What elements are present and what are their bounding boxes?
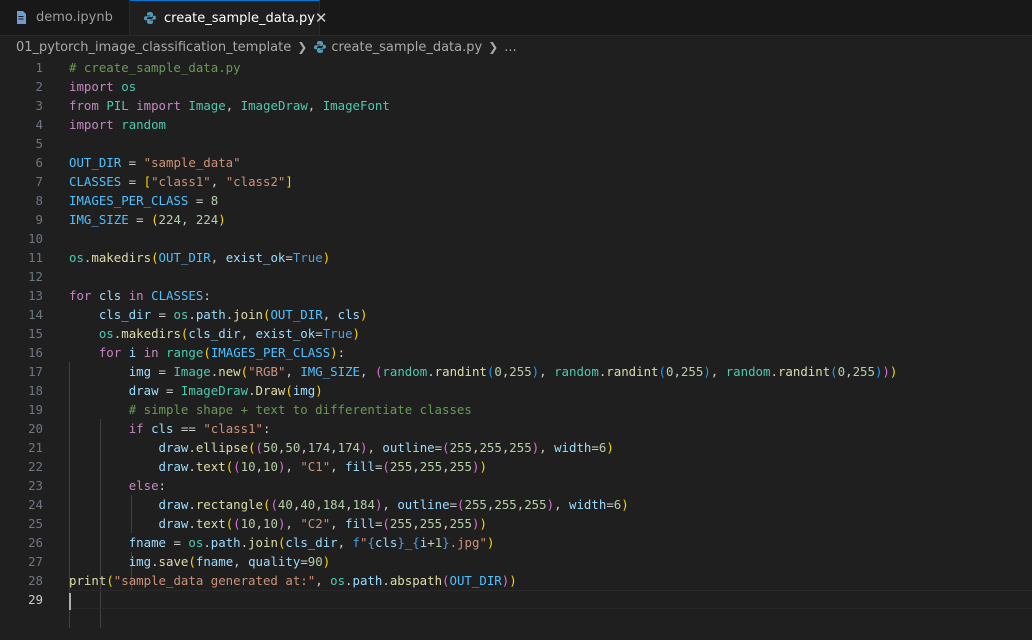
code-line: 4 import random: [0, 115, 1032, 134]
code-line: 12: [0, 267, 1032, 286]
close-icon[interactable]: ✕: [315, 9, 328, 27]
line-number: 24: [28, 497, 43, 512]
breadcrumb-folder[interactable]: 01_pytorch_image_classification_template: [16, 40, 291, 55]
tab-create-sample-data-py[interactable]: create_sample_data.py ✕: [130, 0, 327, 35]
breadcrumb: 01_pytorch_image_classification_template…: [0, 36, 1032, 58]
line-number: 16: [28, 345, 43, 360]
line-number: 2: [35, 79, 43, 94]
line-number: 27: [28, 554, 43, 569]
breadcrumb-file[interactable]: create_sample_data.py: [331, 40, 482, 55]
chevron-right-icon: ❯: [297, 40, 308, 54]
code-line: 19 # simple shape + text to differentiat…: [0, 400, 1032, 419]
line-number: 15: [28, 326, 43, 341]
line-number: 7: [35, 174, 43, 189]
notebook-icon: [14, 11, 28, 25]
line-number: 14: [28, 307, 43, 322]
code-editor[interactable]: 1 # create_sample_data.py 2 import os 3 fro…: [0, 58, 1032, 640]
code-line: 2 import os: [0, 77, 1032, 96]
tab-label: demo.ipynb: [36, 10, 113, 25]
code-line: 6 OUT_DIR = "sample_data": [0, 153, 1032, 172]
line-number: 18: [28, 383, 43, 398]
line-number: 8: [35, 193, 43, 208]
line-number: 21: [28, 440, 43, 455]
code-line: 8 IMAGES_PER_CLASS = 8: [0, 191, 1032, 210]
code-line: 21 draw.ellipse((50,50,174,174), outline…: [0, 438, 1032, 457]
code-line: 24 draw.rectangle((40,40,184,184), outli…: [0, 495, 1032, 514]
line-number: 26: [28, 535, 43, 550]
line-number: 17: [28, 364, 43, 379]
line-number: 29: [28, 592, 43, 607]
code-line: 22 draw.text((10,10), "C1", fill=(255,25…: [0, 457, 1032, 476]
line-number: 19: [28, 402, 43, 417]
line-number: 1: [35, 60, 43, 75]
python-icon: [144, 11, 156, 25]
line-number: 5: [35, 136, 43, 151]
line-number: 4: [35, 117, 43, 132]
text-cursor: [69, 593, 71, 610]
code-line: 23 else:: [0, 476, 1032, 495]
code-line: 17 img = Image.new("RGB", IMG_SIZE, (ran…: [0, 362, 1032, 381]
code-line: 11 os.makedirs(OUT_DIR, exist_ok=True): [0, 248, 1032, 267]
code-line: 26 fname = os.path.join(cls_dir, f"{cls}…: [0, 533, 1032, 552]
code-line-current: 29: [0, 590, 1032, 610]
code-line: 5: [0, 134, 1032, 153]
line-number: 28: [28, 573, 43, 588]
breadcrumb-more[interactable]: ...: [504, 40, 516, 55]
line-number: 9: [35, 212, 43, 227]
line-number: 23: [28, 478, 43, 493]
code-line: 18 draw = ImageDraw.Draw(img): [0, 381, 1032, 400]
code-line: 1 # create_sample_data.py: [0, 58, 1032, 77]
line-number: 12: [28, 269, 43, 284]
code-line: 13 for cls in CLASSES:: [0, 286, 1032, 305]
line-number: 3: [35, 98, 43, 113]
line-number: 25: [28, 516, 43, 531]
tab-label: create_sample_data.py: [164, 10, 315, 26]
tab-demo-ipynb[interactable]: demo.ipynb: [0, 0, 130, 35]
code-line: 16 for i in range(IMAGES_PER_CLASS):: [0, 343, 1032, 362]
chevron-right-icon: ❯: [488, 40, 499, 54]
line-number: 13: [28, 288, 43, 303]
code-line: 9 IMG_SIZE = (224, 224): [0, 210, 1032, 229]
code-line: 14 cls_dir = os.path.join(OUT_DIR, cls): [0, 305, 1032, 324]
code-line: 20 if cls == "class1":: [0, 419, 1032, 438]
code-line: 27 img.save(fname, quality=90): [0, 552, 1032, 571]
code-line: 10: [0, 229, 1032, 248]
line-number: 6: [35, 155, 43, 170]
line-number: 22: [28, 459, 43, 474]
code-line: 28 print("sample_data generated at:", os.…: [0, 571, 1032, 590]
code-line: 7 CLASSES = ["class1", "class2"]: [0, 172, 1032, 191]
code-line: 15 os.makedirs(cls_dir, exist_ok=True): [0, 324, 1032, 343]
line-number: 11: [28, 250, 43, 265]
code-line: 3 from PIL import Image, ImageDraw, Image…: [0, 96, 1032, 115]
python-icon: [313, 40, 327, 54]
tab-bar: demo.ipynb create_sample_data.py ✕: [0, 0, 1032, 36]
code-line: 25 draw.text((10,10), "C2", fill=(255,25…: [0, 514, 1032, 533]
line-number: 20: [28, 421, 43, 436]
line-number: 10: [28, 231, 43, 246]
